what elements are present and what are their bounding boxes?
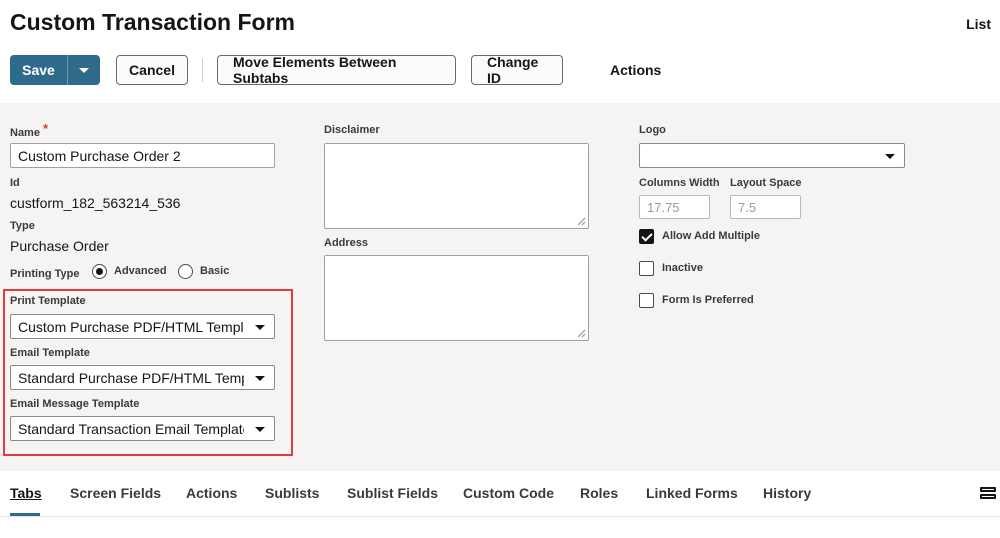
name-label: Name * xyxy=(10,121,49,139)
resize-handle-icon[interactable] xyxy=(577,217,586,226)
move-elements-button[interactable]: Move Elements Between Subtabs xyxy=(217,54,456,86)
actions-menu[interactable]: Actions xyxy=(610,62,661,78)
allow-add-multiple-checkbox[interactable] xyxy=(639,229,654,244)
tab-sublist-fields[interactable]: Sublist Fields xyxy=(347,485,438,501)
printing-type-basic-label: Basic xyxy=(200,265,230,277)
tabs-divider xyxy=(0,516,1000,517)
save-menu-button[interactable] xyxy=(68,55,100,85)
printing-type-label: Printing Type xyxy=(10,268,80,280)
subtabs-bar: Tabs Screen Fields Actions Sublists Subl… xyxy=(0,471,1000,538)
type-value: Purchase Order xyxy=(10,238,109,254)
templates-highlight-box xyxy=(3,289,293,456)
tab-history[interactable]: History xyxy=(763,485,811,501)
chevron-down-icon xyxy=(885,154,895,159)
form-area: Name * Custom Purchase Order 2 Id custfo… xyxy=(0,103,1000,471)
save-button-group: Save xyxy=(10,55,100,85)
tab-actions[interactable]: Actions xyxy=(186,485,237,501)
address-textarea[interactable] xyxy=(324,255,589,341)
id-value: custform_182_563214_536 xyxy=(10,195,181,211)
tab-custom-code[interactable]: Custom Code xyxy=(463,485,554,501)
toolbar: Save Cancel Move Elements Between Subtab… xyxy=(10,54,661,86)
tab-sublists[interactable]: Sublists xyxy=(265,485,319,501)
form-is-preferred-label: Form Is Preferred xyxy=(662,294,754,306)
list-link[interactable]: List xyxy=(966,16,991,32)
form-is-preferred-checkbox[interactable] xyxy=(639,293,654,308)
disclaimer-textarea[interactable] xyxy=(324,143,589,229)
page-title: Custom Transaction Form xyxy=(10,9,295,35)
required-marker: * xyxy=(43,121,49,136)
tab-tabs[interactable]: Tabs xyxy=(10,485,42,501)
toolbar-divider xyxy=(202,58,203,82)
save-button[interactable]: Save xyxy=(10,55,68,85)
chevron-down-icon xyxy=(79,67,89,73)
change-id-button[interactable]: Change ID xyxy=(471,54,563,86)
page-header: Custom Transaction Form List Save Cancel… xyxy=(0,0,1000,103)
resize-handle-icon[interactable] xyxy=(577,329,586,338)
printing-type-advanced-radio[interactable] xyxy=(92,264,107,279)
cancel-button[interactable]: Cancel xyxy=(116,55,188,85)
layout-space-label: Layout Space xyxy=(730,177,802,189)
logo-select[interactable] xyxy=(639,143,905,168)
layout-space-input[interactable]: 7.5 xyxy=(730,195,801,219)
tab-roles[interactable]: Roles xyxy=(580,485,618,501)
printing-type-advanced-label: Advanced xyxy=(114,265,167,277)
printing-type-basic-radio[interactable] xyxy=(178,264,193,279)
hamburger-menu-icon[interactable] xyxy=(980,487,996,501)
type-label: Type xyxy=(10,220,35,232)
name-input[interactable]: Custom Purchase Order 2 xyxy=(10,143,275,168)
tab-screen-fields[interactable]: Screen Fields xyxy=(70,485,161,501)
tab-linked-forms[interactable]: Linked Forms xyxy=(646,485,738,501)
inactive-checkbox[interactable] xyxy=(639,261,654,276)
columns-width-input[interactable]: 17.75 xyxy=(639,195,710,219)
inactive-label: Inactive xyxy=(662,262,703,274)
columns-width-label: Columns Width xyxy=(639,177,720,189)
allow-add-multiple-label: Allow Add Multiple xyxy=(662,230,760,242)
disclaimer-label: Disclaimer xyxy=(324,124,380,136)
logo-label: Logo xyxy=(639,124,666,136)
id-label: Id xyxy=(10,177,20,189)
address-label: Address xyxy=(324,237,369,249)
